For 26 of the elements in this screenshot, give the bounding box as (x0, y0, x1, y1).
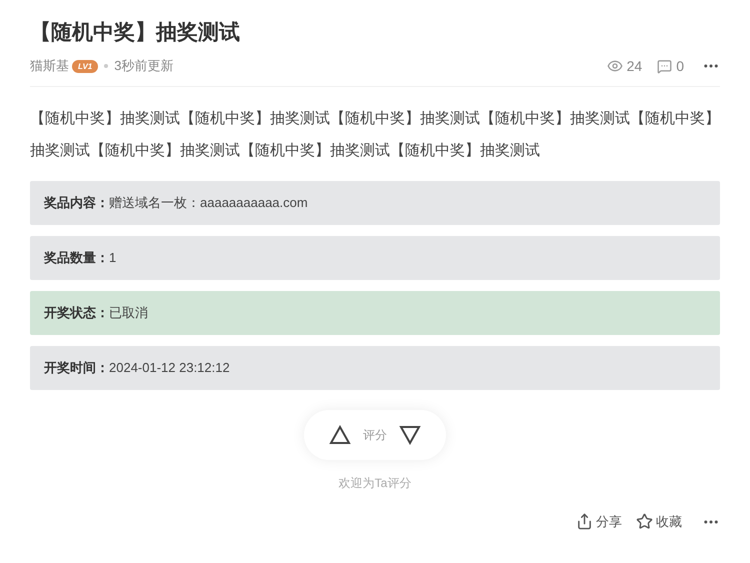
rating-caption: 欢迎为Ta评分 (338, 475, 412, 492)
info-label: 奖品内容： (44, 194, 109, 212)
dot-separator-icon (104, 64, 108, 68)
info-value: 已取消 (109, 304, 148, 322)
favorite-button[interactable]: 收藏 (636, 512, 682, 532)
star-icon (636, 513, 653, 530)
post-body: 【随机中奖】抽奖测试【随机中奖】抽奖测试【随机中奖】抽奖测试【随机中奖】抽奖测试【随机中奖】抽奖测试【随机中奖】抽奖测试【随机中奖】抽奖测试【随机中奖】抽奖测试 (30, 109, 720, 161)
info-label: 开奖时间： (44, 359, 109, 378)
info-value: 赠送域名一枚：aaaaaaaaaaa.com (109, 194, 308, 212)
upvote-triangle-icon[interactable] (329, 425, 351, 445)
rating-label: 评分 (363, 427, 387, 444)
comment-icon[interactable] (657, 58, 672, 74)
downvote-triangle-icon[interactable] (399, 425, 421, 445)
comment-count: 0 (676, 56, 684, 76)
share-button[interactable]: 分享 (576, 512, 622, 532)
level-badge: LV1 (72, 60, 98, 72)
view-count: 24 (626, 56, 642, 76)
author-name[interactable]: 猫斯基 (30, 56, 69, 76)
post-title: 【随机中奖】抽奖测试 (30, 20, 241, 46)
eye-icon (606, 58, 623, 74)
info-value: 2024-01-12 23:12:12 (109, 359, 230, 378)
info-value: 1 (109, 249, 116, 268)
info-label: 奖品数量： (44, 249, 109, 268)
share-icon (576, 513, 593, 530)
info-label: 开奖状态： (44, 304, 109, 322)
update-time: 3秒前更新 (114, 57, 174, 76)
